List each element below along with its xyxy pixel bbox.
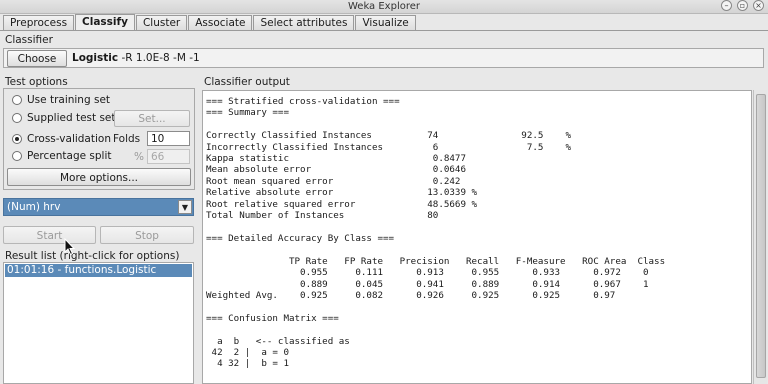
set-button[interactable]: Set... bbox=[114, 110, 190, 127]
scrollbar-thumb[interactable] bbox=[756, 94, 766, 378]
radio-icon[interactable] bbox=[12, 113, 22, 123]
use-training-set-label: Use training set bbox=[27, 94, 111, 106]
class-attribute-value: (Num) hrv bbox=[7, 201, 61, 213]
maximize-icon[interactable]: ▫ bbox=[737, 0, 748, 11]
percentage-split-label: Percentage split bbox=[27, 150, 112, 162]
percent-sign: % bbox=[134, 151, 144, 163]
classifier-output-text: === Stratified cross-validation === === … bbox=[206, 96, 666, 370]
window-title: Weka Explorer bbox=[347, 1, 420, 12]
radio-icon[interactable] bbox=[12, 151, 22, 161]
tab-divider bbox=[0, 30, 768, 31]
percentage-split-option[interactable]: Percentage split bbox=[12, 150, 112, 162]
more-options-button[interactable]: More options... bbox=[7, 168, 191, 186]
tab-select-attributes[interactable]: Select attributes bbox=[253, 15, 355, 31]
radio-selected-icon[interactable] bbox=[12, 134, 22, 144]
tab-preprocess[interactable]: Preprocess bbox=[3, 15, 75, 31]
cross-validation-option[interactable]: Cross-validation bbox=[12, 133, 111, 145]
output-scrollbar[interactable] bbox=[753, 90, 767, 384]
radio-icon[interactable] bbox=[12, 95, 22, 105]
start-button[interactable]: Start bbox=[3, 226, 96, 244]
tab-classify[interactable]: Classify bbox=[75, 14, 135, 31]
classifier-panel: Choose Logistic -R 1.0E-8 -M -1 bbox=[3, 48, 764, 68]
classifier-output[interactable]: === Stratified cross-validation === === … bbox=[202, 90, 752, 384]
folds-field[interactable]: 10 bbox=[147, 131, 190, 146]
chevron-down-icon[interactable]: ▼ bbox=[178, 200, 192, 214]
classifier-name: Logistic bbox=[72, 52, 119, 64]
classifier-config[interactable]: Logistic -R 1.0E-8 -M -1 bbox=[72, 52, 200, 64]
classifier-options: -R 1.0E-8 -M -1 bbox=[121, 52, 200, 64]
title-bar: Weka Explorer – ▫ × bbox=[0, 0, 768, 14]
class-attribute-select[interactable]: (Num) hrv ▼ bbox=[3, 198, 194, 216]
classifier-section-label: Classifier bbox=[5, 34, 53, 46]
test-options-panel: Use training set Supplied test set Set..… bbox=[3, 88, 195, 190]
minimize-icon[interactable]: – bbox=[721, 0, 732, 11]
supplied-test-set-label: Supplied test set bbox=[27, 112, 116, 124]
tab-cluster[interactable]: Cluster bbox=[135, 15, 188, 31]
result-list[interactable]: 01:01:16 - functions.Logistic bbox=[3, 262, 194, 384]
tab-bar: Preprocess Classify Cluster Associate Se… bbox=[0, 14, 416, 31]
tab-visualize[interactable]: Visualize bbox=[355, 15, 416, 31]
choose-button[interactable]: Choose bbox=[7, 50, 67, 67]
window-controls: – ▫ × bbox=[721, 0, 764, 11]
result-list-label: Result list (right-click for options) bbox=[5, 250, 180, 262]
supplied-test-set-option[interactable]: Supplied test set bbox=[12, 112, 116, 124]
classifier-output-label: Classifier output bbox=[204, 76, 290, 88]
cross-validation-label: Cross-validation bbox=[27, 133, 111, 145]
mouse-pointer-icon bbox=[64, 238, 76, 256]
tab-associate[interactable]: Associate bbox=[188, 15, 253, 31]
close-icon[interactable]: × bbox=[753, 0, 764, 11]
result-list-item[interactable]: 01:01:16 - functions.Logistic bbox=[5, 264, 192, 277]
percentage-field[interactable]: 66 bbox=[147, 149, 190, 164]
stop-button[interactable]: Stop bbox=[100, 226, 194, 244]
test-options-label: Test options bbox=[5, 76, 68, 88]
folds-label: Folds bbox=[113, 133, 141, 145]
use-training-set-option[interactable]: Use training set bbox=[12, 94, 110, 106]
